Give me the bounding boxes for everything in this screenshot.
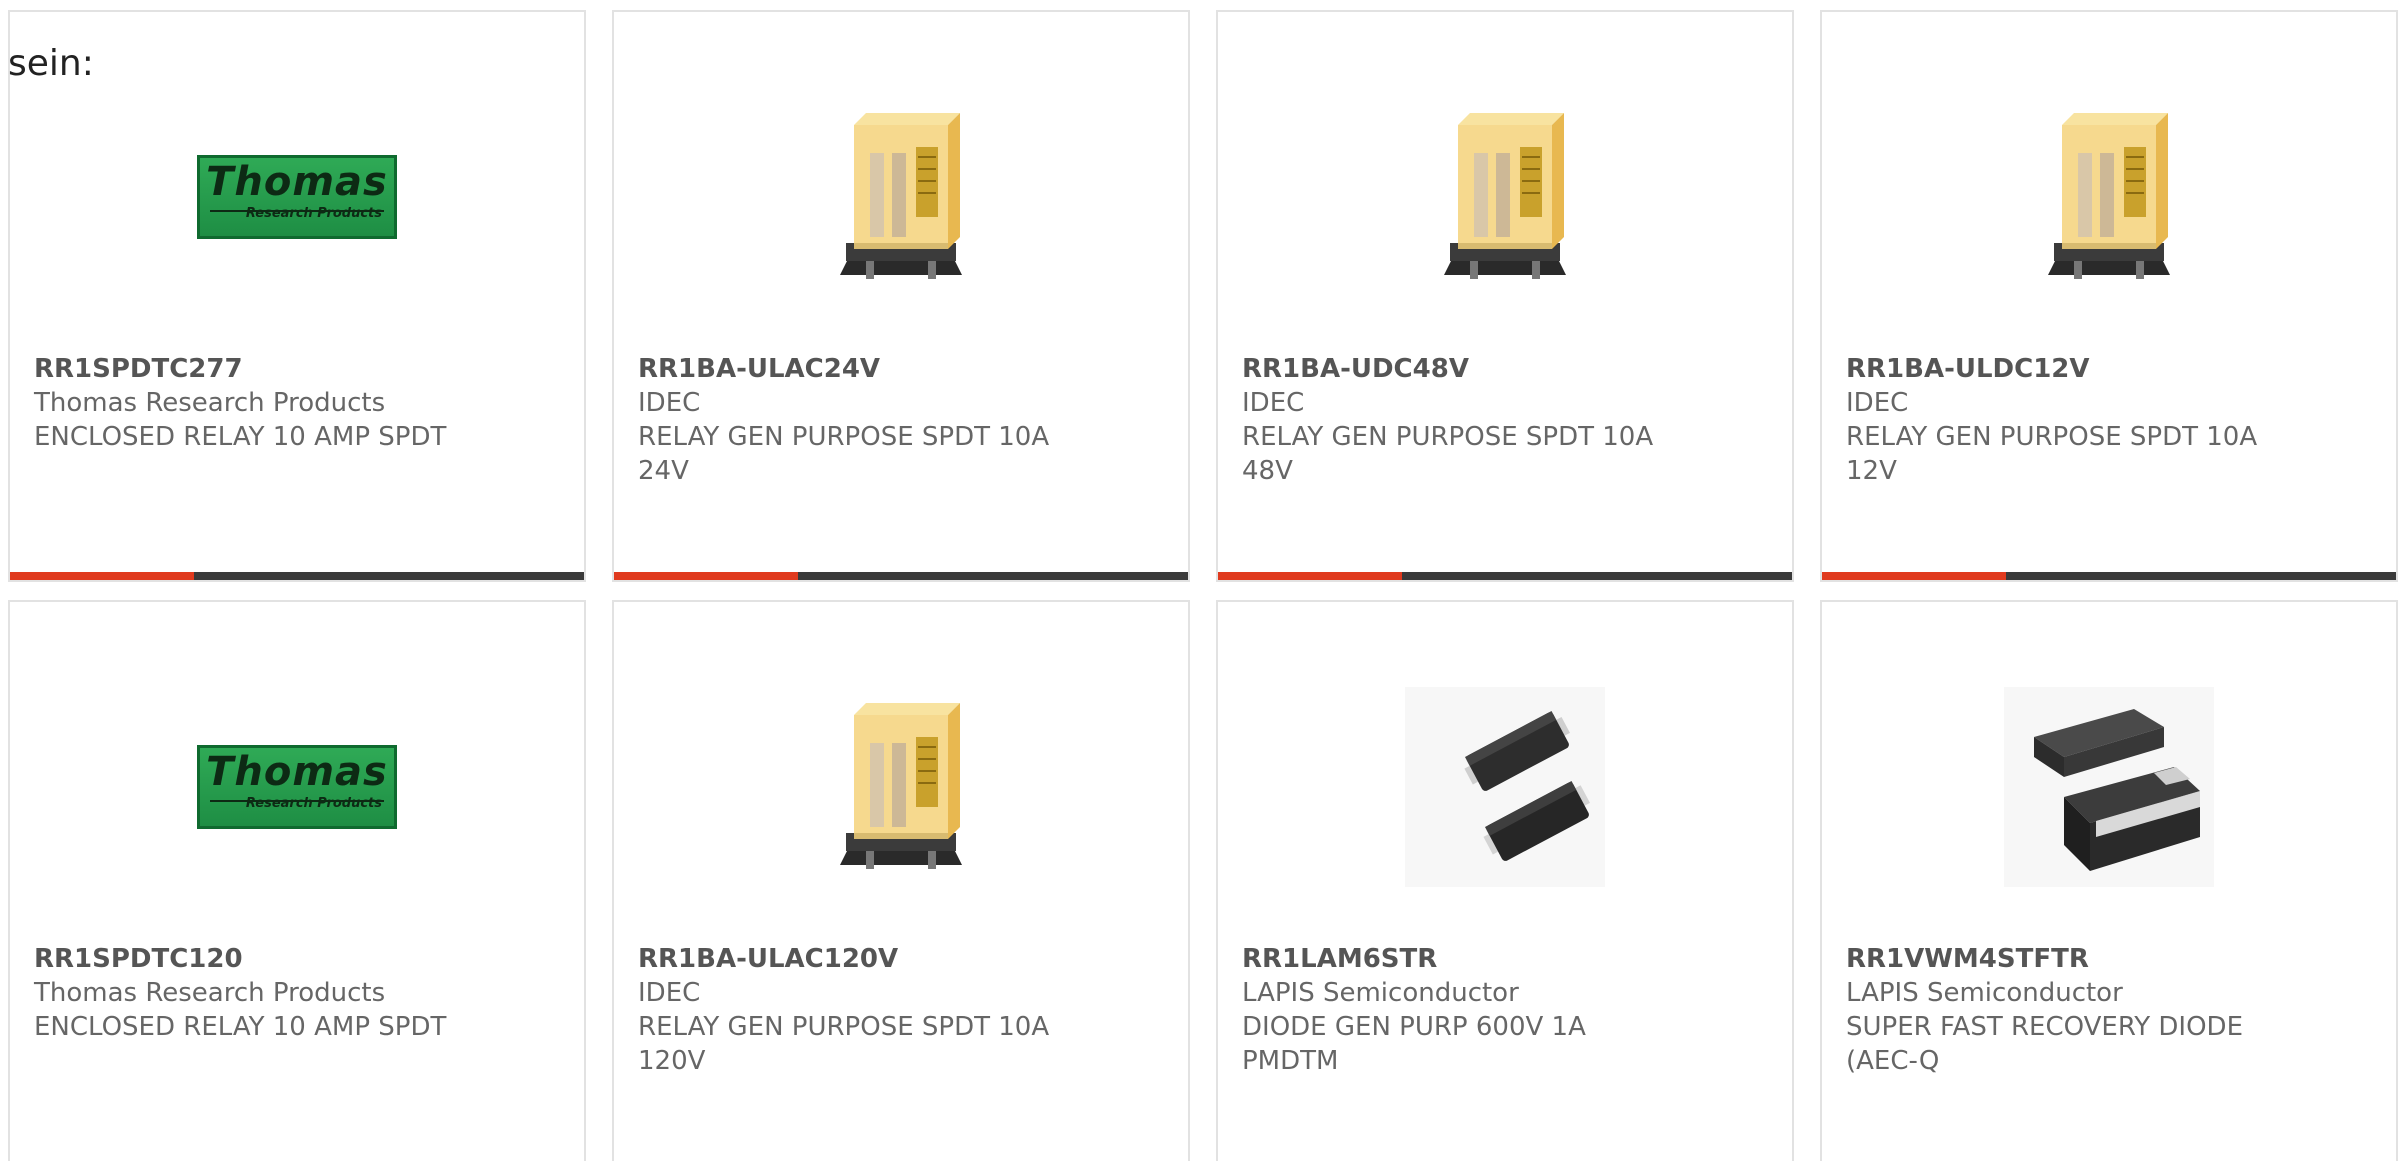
product-description: RELAY GEN PURPOSE SPDT 10A 48V	[1242, 422, 1654, 486]
diode-icon	[1405, 687, 1605, 887]
part-number-link[interactable]: RR1SPDTC120	[34, 942, 574, 976]
product-card[interactable]: RR1BA-ULAC120V IDEC RELAY GEN PURPOSE SP…	[612, 600, 1190, 1161]
product-card[interactable]: RR1BA-UDC48V IDEC RELAY GEN PURPOSE SPDT…	[1216, 10, 1794, 582]
product-description: ENCLOSED RELAY 10 AMP SPDT	[34, 422, 447, 452]
relay-icon	[840, 703, 962, 869]
relay-icon	[840, 113, 962, 279]
progress-fill	[10, 572, 194, 580]
manufacturer-name: IDEC	[638, 388, 701, 418]
manufacturer-name: IDEC	[638, 978, 701, 1008]
product-card[interactable]: RR1VWM4STFTR LAPIS Semiconductor SUPER F…	[1820, 600, 2398, 1161]
product-description: DIODE GEN PURP 600V 1A PMDTM	[1242, 1012, 1586, 1076]
product-description: SUPER FAST RECOVERY DIODE (AEC-Q	[1846, 1012, 2243, 1076]
progress-fill	[1822, 572, 2006, 580]
part-number-link[interactable]: RR1BA-ULAC24V	[638, 352, 1178, 386]
product-description: RELAY GEN PURPOSE SPDT 10A 24V	[638, 422, 1050, 486]
product-card[interactable]: RR1BA-ULDC12V IDEC RELAY GEN PURPOSE SPD…	[1820, 10, 2398, 582]
product-card[interactable]: Thomas Research Products RR1SPDTC120 Tho…	[8, 600, 586, 1161]
part-number-link[interactable]: RR1LAM6STR	[1242, 942, 1782, 976]
manufacturer-name: Thomas Research Products	[34, 388, 386, 418]
product-image[interactable]	[1822, 82, 2396, 312]
part-number-link[interactable]: RR1BA-UDC48V	[1242, 352, 1782, 386]
product-image[interactable]	[1218, 82, 1792, 312]
product-image[interactable]	[1218, 672, 1792, 902]
progress-bar	[1822, 572, 2396, 580]
product-card[interactable]: RR1LAM6STR LAPIS Semiconductor DIODE GEN…	[1216, 600, 1794, 1161]
intro-text: sein:	[8, 43, 94, 84]
progress-bar	[1218, 572, 1792, 580]
thomas-logo-icon: Thomas Research Products	[197, 155, 397, 239]
product-image[interactable]	[614, 82, 1188, 312]
manufacturer-name: IDEC	[1846, 388, 1909, 418]
manufacturer-name: LAPIS Semiconductor	[1242, 978, 1519, 1008]
product-image[interactable]: Thomas Research Products	[10, 82, 584, 312]
product-image[interactable]	[614, 672, 1188, 902]
diode-package-icon	[2004, 687, 2214, 887]
part-number-link[interactable]: RR1SPDTC277	[34, 352, 574, 386]
product-description: RELAY GEN PURPOSE SPDT 10A 12V	[1846, 422, 2258, 486]
product-image[interactable]	[1822, 672, 2396, 902]
progress-fill	[614, 572, 798, 580]
relay-icon	[1444, 113, 1566, 279]
product-image[interactable]: Thomas Research Products	[10, 672, 584, 902]
part-number-link[interactable]: RR1VWM4STFTR	[1846, 942, 2386, 976]
part-number-link[interactable]: RR1BA-ULDC12V	[1846, 352, 2386, 386]
progress-bar	[614, 572, 1188, 580]
thomas-logo-icon: Thomas Research Products	[197, 745, 397, 829]
relay-icon	[2048, 113, 2170, 279]
product-description: ENCLOSED RELAY 10 AMP SPDT	[34, 1012, 447, 1042]
manufacturer-name: Thomas Research Products	[34, 978, 386, 1008]
progress-fill	[1218, 572, 1402, 580]
product-card[interactable]: Thomas Research Products RR1SPDTC277 Tho…	[8, 10, 586, 582]
manufacturer-name: IDEC	[1242, 388, 1305, 418]
product-card[interactable]: RR1BA-ULAC24V IDEC RELAY GEN PURPOSE SPD…	[612, 10, 1190, 582]
product-description: RELAY GEN PURPOSE SPDT 10A 120V	[638, 1012, 1050, 1076]
progress-bar	[10, 572, 584, 580]
part-number-link[interactable]: RR1BA-ULAC120V	[638, 942, 1178, 976]
manufacturer-name: LAPIS Semiconductor	[1846, 978, 2123, 1008]
